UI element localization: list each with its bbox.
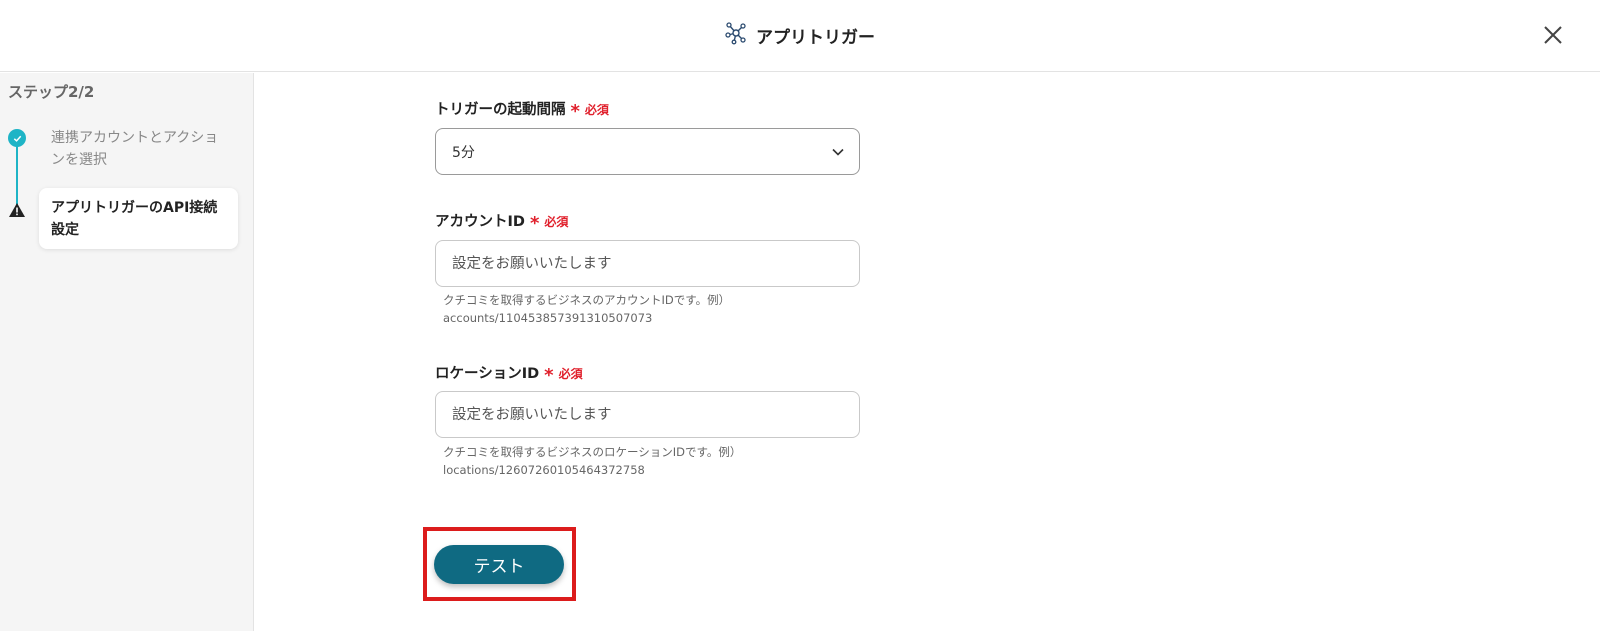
account-id-hint-example: accounts/110453857391310507073 (443, 311, 653, 325)
required-asterisk: * (570, 101, 580, 122)
location-id-label-row: ロケーションID * 必須 (435, 362, 583, 386)
interval-label: トリガーの起動間隔 (435, 102, 566, 118)
required-badge: 必須 (544, 215, 569, 229)
header-title-group: アプリトリガー (724, 20, 875, 50)
modal-title: アプリトリガー (756, 27, 875, 48)
check-icon (8, 129, 26, 147)
account-id-hint-text: クチコミを取得するビジネスのアカウントIDです。例） (443, 293, 731, 307)
step-sidebar: ステップ2/2 連携アカウントとアクションを選択 アプリトリガーのAPI接続設定 (0, 73, 254, 631)
warning-icon (8, 201, 26, 219)
required-asterisk: * (529, 213, 540, 234)
close-button[interactable] (1539, 21, 1567, 49)
test-button[interactable]: テスト (434, 545, 564, 584)
location-id-hint-example: locations/12607260105464372758 (443, 463, 645, 477)
account-id-label: アカウントID (435, 214, 525, 230)
close-icon (1544, 26, 1562, 44)
interval-select[interactable]: 5分 (435, 128, 860, 175)
step-item-select-action[interactable]: 連携アカウントとアクションを選択 (51, 127, 231, 171)
step-counter: ステップ2/2 (8, 83, 95, 101)
interval-select-value: 5分 (452, 144, 475, 161)
account-id-label-row: アカウントID * 必須 (435, 210, 569, 234)
required-badge: 必須 (584, 103, 609, 117)
modal-header: アプリトリガー (0, 0, 1600, 72)
location-id-hint: クチコミを取得するビジネスのロケーションIDです。例） locations/12… (443, 443, 863, 479)
step-item-api-settings[interactable]: アプリトリガーのAPI接続設定 (39, 188, 238, 249)
app-trigger-network-icon (724, 21, 748, 49)
account-id-input[interactable] (435, 240, 860, 287)
interval-label-row: トリガーの起動間隔 * 必須 (435, 98, 609, 122)
required-asterisk: * (544, 365, 554, 386)
location-id-input[interactable] (435, 391, 860, 438)
location-id-label: ロケーションID (435, 366, 540, 382)
account-id-hint: クチコミを取得するビジネスのアカウントIDです。例） accounts/1104… (443, 291, 863, 327)
location-id-hint-text: クチコミを取得するビジネスのロケーションIDです。例） (443, 445, 742, 459)
chevron-down-icon (832, 148, 844, 156)
step-connector-line (16, 143, 18, 207)
required-badge: 必須 (558, 367, 583, 381)
